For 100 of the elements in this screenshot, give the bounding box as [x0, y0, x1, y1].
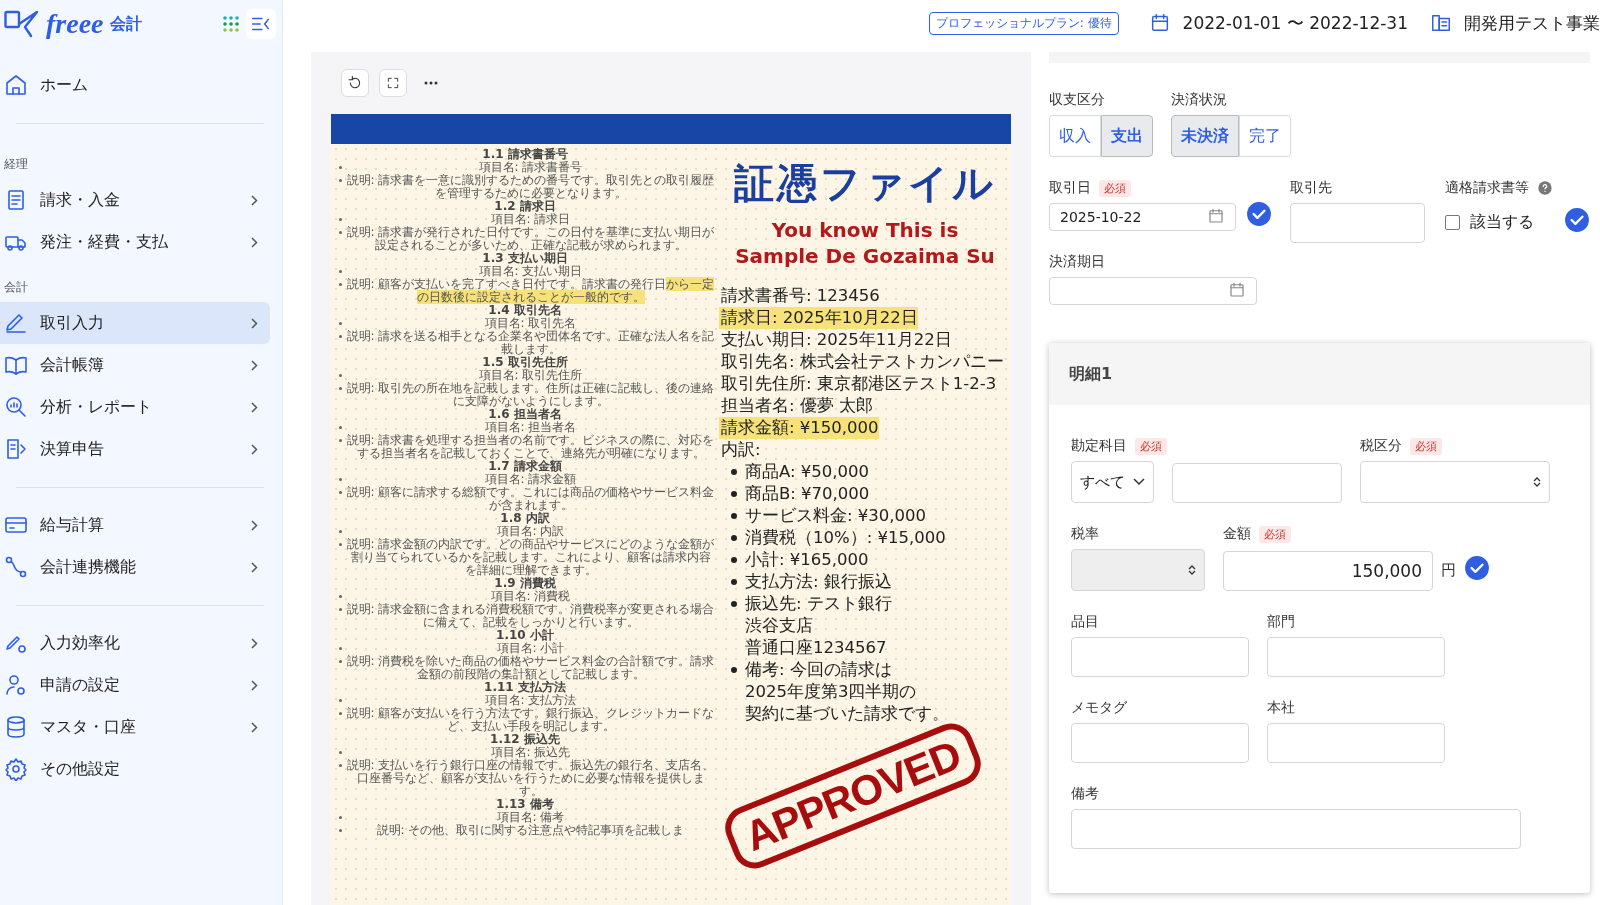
item-name: 項目名: 取引先名: [483, 317, 578, 330]
help-icon: [1537, 180, 1553, 196]
text-field[interactable]: [1267, 723, 1445, 763]
memo-field[interactable]: [1071, 809, 1521, 849]
section-title: 1.6 担当者名: [488, 408, 563, 421]
field-label: 決済期日: [1049, 253, 1105, 271]
segment-option[interactable]: 支出: [1101, 115, 1153, 157]
item-description: 説明: 支払いを行う銀行口座の情報です。振込先の銀行名、支店名、口座番号など、顧客が支払いを行うために必要な情報を提供します。: [345, 759, 716, 798]
database-icon: [4, 715, 28, 739]
document-subtitle: You know This is Sample De Gozaima Su: [734, 217, 996, 269]
bullet-icon: [731, 579, 737, 585]
item-name: 項目名: 担当者名: [483, 421, 578, 434]
item-description: 説明: 請求を送る相手となる企業名や団体名です。正確な法人名を記載します。: [345, 330, 716, 356]
logo-text: freee: [46, 8, 104, 40]
account-select[interactable]: すべて: [1071, 461, 1154, 503]
rotate-button[interactable]: [341, 69, 369, 97]
collapse-sidebar-button[interactable]: [246, 9, 276, 39]
sidebar-item[interactable]: 取引入力: [0, 302, 270, 344]
rotate-icon: [347, 75, 363, 91]
item-description: 説明: 顧客に請求する総額です。これには商品の価格やサービス料金が含まれます。: [345, 486, 716, 512]
expand-icon: [386, 76, 400, 90]
item-name: 項目名: 消費税: [489, 590, 572, 603]
chevron-down-icon: [1133, 478, 1145, 486]
sidebar-item[interactable]: 会計連携機能: [0, 546, 270, 588]
item-name: 項目名: 支払方法: [483, 694, 578, 707]
section-title: 1.2 請求日: [494, 200, 556, 213]
segment-option[interactable]: 未決済: [1171, 115, 1239, 157]
item-description: 説明: 消費税を除いた商品の価格やサービス料金の合計額です。請求金額の前段階の集計額として記載します。: [345, 655, 716, 681]
link-nodes-icon: [4, 555, 28, 579]
date-field[interactable]: 2025-10-22: [1049, 203, 1237, 231]
bullet-icon: [731, 469, 737, 475]
bullet-icon: [339, 530, 342, 533]
fullscreen-button[interactable]: [379, 69, 407, 97]
field-label: 税率: [1071, 525, 1099, 543]
sidebar-item[interactable]: 請求・入金: [0, 179, 270, 221]
text-field[interactable]: [1071, 723, 1249, 763]
bullet-icon: [731, 513, 737, 519]
sidebar-item[interactable]: マスタ・口座: [0, 706, 270, 748]
sidebar-item[interactable]: 分析・レポート: [0, 386, 270, 428]
section-title: 1.4 取引先名: [487, 304, 563, 317]
field-label: 備考: [1071, 785, 1099, 803]
field-label: 金額: [1223, 525, 1251, 543]
field-label: 税区分: [1360, 437, 1402, 455]
item-name: 項目名: 振込先: [490, 746, 572, 759]
check-circle-icon: [1464, 555, 1490, 581]
bullet-icon: [339, 387, 342, 390]
logo-suffix: 会計: [109, 13, 143, 35]
invoice-line: 取引先名: 株式会社テストカンパニー: [720, 351, 1004, 373]
company-name[interactable]: 開発用テスト事業: [1464, 11, 1600, 35]
field-label: 適格請求書等: [1445, 179, 1529, 197]
bullet-icon: [339, 270, 342, 273]
bullet-icon: [731, 557, 737, 563]
bullet-icon: [339, 543, 342, 546]
house-icon: [4, 73, 28, 97]
bullet-icon: [339, 595, 342, 598]
gear-icon: [4, 757, 28, 781]
sidebar-item[interactable]: 会計帳簿: [0, 344, 270, 386]
date-field[interactable]: [1049, 277, 1257, 305]
field-label: 取引先: [1290, 179, 1333, 197]
bullet-icon: [339, 608, 342, 611]
segment-option[interactable]: 収入: [1049, 115, 1101, 157]
breakdown-item: サービス料金: ¥30,000: [745, 505, 927, 527]
bullet-icon: [339, 166, 342, 169]
sidebar-item[interactable]: その他設定: [0, 748, 270, 790]
sidebar-item[interactable]: 申請の設定: [0, 664, 270, 706]
bullet-icon: [339, 283, 342, 286]
field-label: 本社: [1267, 699, 1295, 717]
bullet-icon: [731, 535, 737, 541]
bullet-icon: [339, 647, 342, 650]
bullet-icon: [339, 179, 342, 182]
breakdown-item: 商品B: ¥70,000: [745, 483, 870, 505]
text-field[interactable]: [1267, 637, 1445, 677]
tax-category-select[interactable]: [1360, 461, 1550, 503]
report-icon: [4, 437, 28, 461]
item-description: 説明: その他、取引に関する注意点や特記事項を記載しま: [375, 824, 686, 837]
select-arrows-icon: [1188, 564, 1196, 576]
section-title: 1.9 消費税: [494, 577, 557, 590]
segment-option[interactable]: 完了: [1239, 115, 1291, 157]
amount-field[interactable]: 150,000: [1223, 551, 1433, 591]
section-title: 1.3 支払い期日: [482, 252, 568, 265]
app-grid-icon[interactable]: [222, 15, 240, 33]
sidebar-item[interactable]: 入力効率化: [0, 622, 270, 664]
currency-unit: 円: [1441, 560, 1456, 580]
bullet-icon: [339, 374, 342, 377]
fiscal-period[interactable]: 2022-01-01 〜 2022-12-31: [1182, 11, 1408, 35]
bullet-icon: [339, 660, 342, 663]
sidebar-item[interactable]: 発注・経費・支払: [0, 221, 270, 263]
field-label: 決済状況: [1171, 91, 1227, 109]
required-badge: 必須: [1410, 437, 1442, 455]
account-field[interactable]: [1172, 463, 1342, 503]
office-icon: [1430, 12, 1452, 34]
sidebar-item[interactable]: 給与計算: [0, 504, 270, 546]
bullet-icon: [339, 218, 342, 221]
field-label: 部門: [1267, 613, 1295, 631]
sidebar-item[interactable]: ホーム: [0, 64, 270, 106]
checkbox[interactable]: [1445, 214, 1460, 230]
check-circle-icon: [1564, 207, 1590, 233]
text-field[interactable]: [1071, 637, 1249, 677]
sidebar-item[interactable]: 決算申告: [0, 428, 270, 470]
partner-field[interactable]: [1290, 203, 1425, 243]
